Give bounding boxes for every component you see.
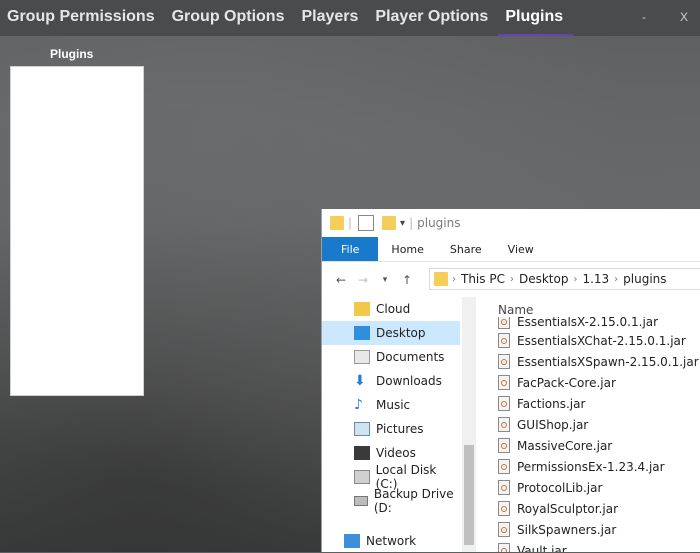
file-row[interactable]: GUIShop.jar <box>498 414 588 435</box>
network-icon <box>344 534 360 548</box>
jar-file-icon <box>498 459 510 474</box>
pictures-icon <box>354 422 370 436</box>
nav-item-music[interactable]: ♪ Music <box>322 393 460 417</box>
jar-file-icon <box>498 480 510 495</box>
ribbon-tab-file[interactable]: File <box>322 237 379 261</box>
jar-file-icon <box>498 501 510 516</box>
nav-item-videos[interactable]: Videos <box>322 441 460 465</box>
nav-item-local-disk[interactable]: Local Disk (C:) <box>322 463 460 491</box>
jar-file-icon <box>498 417 510 432</box>
address-folder-icon <box>434 272 448 286</box>
file-row[interactable]: EssentialsX-2.15.0.1.jar <box>498 317 658 329</box>
jar-file-icon <box>498 333 510 348</box>
disk-icon <box>354 470 370 484</box>
jar-file-icon <box>498 354 510 369</box>
ribbon-tab-view[interactable]: View <box>495 237 547 261</box>
ribbon-tab-share[interactable]: Share <box>437 237 495 261</box>
window-title: plugins <box>417 216 461 230</box>
explorer-titlebar: | ▾ | plugins <box>322 209 700 237</box>
file-row[interactable]: PermissionsEx-1.23.4.jar <box>498 456 665 477</box>
documents-icon <box>354 350 370 364</box>
nav-item-documents[interactable]: Documents <box>322 345 460 369</box>
file-row[interactable]: EssentialsXChat-2.15.0.1.jar <box>498 330 686 351</box>
jar-file-icon <box>498 522 510 537</box>
sort-ascending-icon: ^ <box>617 297 627 304</box>
navigation-scrollbar[interactable] <box>462 297 476 552</box>
tab-player-options[interactable]: Player Options <box>368 0 498 34</box>
file-row[interactable]: EssentialsXSpawn-2.15.0.1.jar <box>498 351 699 372</box>
forward-arrow-icon[interactable]: → <box>352 273 374 287</box>
drive-icon <box>354 496 368 506</box>
quick-access-dropdown-icon[interactable]: ▾ <box>400 218 405 229</box>
breadcrumb-plugins[interactable]: plugins <box>623 272 666 286</box>
file-explorer-window: | ▾ | plugins File Home Share View ← → ▾… <box>321 209 700 552</box>
tab-group-permissions[interactable]: Group Permissions <box>0 0 165 34</box>
recent-locations-icon[interactable]: ▾ <box>374 275 396 285</box>
file-row[interactable]: RoyalSculptor.jar <box>498 498 618 519</box>
folder-icon <box>330 216 344 230</box>
jar-file-icon <box>498 396 510 411</box>
nav-item-pictures[interactable]: Pictures <box>322 417 460 441</box>
address-bar[interactable]: › This PC › Desktop › 1.13 › plugins <box>429 268 700 290</box>
music-icon: ♪ <box>354 397 363 413</box>
breadcrumb-desktop[interactable]: Desktop <box>519 272 569 286</box>
minimize-button[interactable]: - <box>642 0 646 34</box>
cloud-folder-icon <box>354 302 370 316</box>
new-folder-icon[interactable] <box>382 216 397 230</box>
file-row[interactable]: Factions.jar <box>498 393 585 414</box>
file-row[interactable]: MassiveCore.jar <box>498 435 612 456</box>
back-arrow-icon[interactable]: ← <box>330 273 352 287</box>
tab-plugins[interactable]: Plugins <box>498 0 574 36</box>
up-arrow-icon[interactable]: ↑ <box>396 273 418 287</box>
nav-item-network[interactable]: Network <box>322 529 460 553</box>
downloads-icon: ⬇ <box>354 373 366 389</box>
address-row: ← → ▾ ↑ › This PC › Desktop › 1.13 › plu… <box>322 266 700 294</box>
jar-file-icon <box>498 438 510 453</box>
navigation-scrollbar-thumb[interactable] <box>464 445 474 545</box>
file-row[interactable]: FacPack-Core.jar <box>498 372 616 393</box>
tab-group-options[interactable]: Group Options <box>165 0 295 34</box>
nav-item-desktop[interactable]: Desktop <box>322 321 460 345</box>
properties-icon[interactable] <box>358 215 375 231</box>
breadcrumb-this-pc[interactable]: This PC <box>461 272 505 286</box>
ribbon-tab-home[interactable]: Home <box>378 237 436 261</box>
tab-players[interactable]: Players <box>294 0 368 34</box>
ribbon-tabs: File Home Share View <box>322 237 700 262</box>
file-row[interactable]: Vault.jar <box>498 540 567 552</box>
plugins-panel-title: Plugins <box>50 47 94 61</box>
nav-item-cloud[interactable]: Cloud <box>322 297 460 321</box>
name-column-header[interactable]: Name <box>498 303 533 317</box>
plugins-list[interactable] <box>10 66 144 396</box>
nav-item-downloads[interactable]: ⬇ Downloads <box>322 369 460 393</box>
nav-item-backup-drive[interactable]: Backup Drive (D: <box>322 487 460 515</box>
top-tab-bar: Group Permissions Group Options Players … <box>0 0 700 36</box>
jar-file-icon <box>498 375 510 390</box>
desktop-icon <box>354 326 370 340</box>
videos-icon <box>354 446 370 460</box>
jar-file-icon <box>498 317 510 329</box>
navigation-pane: Cloud Desktop Documents ⬇ Downloads ♪ Mu… <box>322 297 462 552</box>
close-button[interactable]: X <box>680 0 688 34</box>
file-list: ^ Name EssentialsX-2.15.0.1.jar Essentia… <box>498 297 700 552</box>
file-row[interactable]: ProtocolLib.jar <box>498 477 602 498</box>
breadcrumb-1-13[interactable]: 1.13 <box>582 272 609 286</box>
file-row[interactable]: SilkSpawners.jar <box>498 519 616 540</box>
jar-file-icon <box>498 543 510 552</box>
